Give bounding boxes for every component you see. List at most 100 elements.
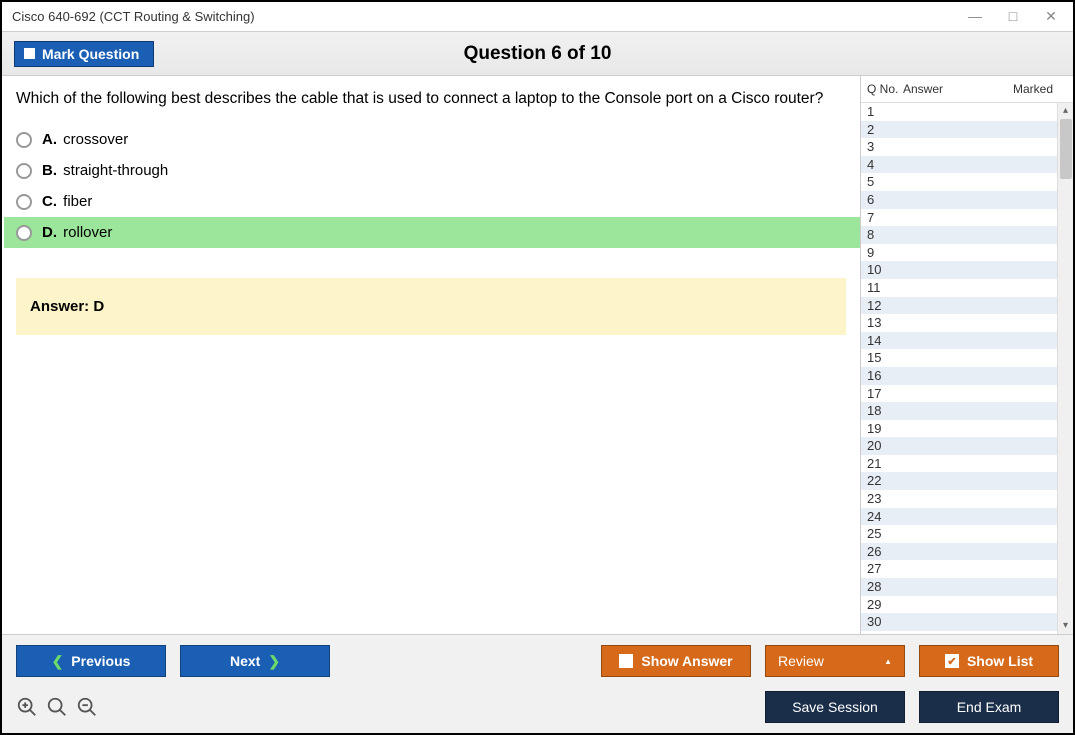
list-item[interactable]: 30: [861, 613, 1057, 631]
show-list-button[interactable]: ✔ Show List: [919, 645, 1059, 677]
header-qno: Q No.: [867, 82, 903, 96]
window: Cisco 640-692 (CCT Routing & Switching) …: [0, 0, 1075, 735]
next-button[interactable]: Next ❯: [180, 645, 330, 677]
answer-cell: [903, 226, 980, 244]
answer-cell: [903, 596, 980, 614]
list-item[interactable]: 7: [861, 209, 1057, 227]
list-item[interactable]: 18: [861, 402, 1057, 420]
scroll-up-icon[interactable]: ▴: [1058, 103, 1073, 119]
list-item[interactable]: 9: [861, 244, 1057, 262]
save-session-button[interactable]: Save Session: [765, 691, 905, 723]
header-answer: Answer: [903, 82, 981, 96]
scroll-thumb[interactable]: [1060, 119, 1072, 179]
list-item[interactable]: 1: [861, 103, 1057, 121]
scrollbar[interactable]: ▴ ▾: [1057, 103, 1073, 634]
show-answer-button[interactable]: Show Answer: [601, 645, 751, 677]
qno-cell: 11: [867, 279, 903, 297]
list-item[interactable]: 8: [861, 226, 1057, 244]
radio-icon[interactable]: [16, 225, 32, 241]
list-item[interactable]: 15: [861, 349, 1057, 367]
zoom-in-icon[interactable]: [16, 696, 38, 718]
list-item[interactable]: 5: [861, 173, 1057, 191]
list-item[interactable]: 2: [861, 121, 1057, 139]
previous-button[interactable]: ❮ Previous: [16, 645, 166, 677]
marked-cell: [980, 191, 1057, 209]
list-item[interactable]: 13: [861, 314, 1057, 332]
question-list-header: Q No. Answer Marked: [861, 76, 1073, 103]
list-item[interactable]: 19: [861, 420, 1057, 438]
chevron-right-icon: ❯: [268, 653, 280, 670]
answer-cell: [903, 402, 980, 420]
qno-cell: 20: [867, 437, 903, 455]
list-item[interactable]: 29: [861, 596, 1057, 614]
list-item[interactable]: 17: [861, 385, 1057, 403]
mark-question-label: Mark Question: [42, 46, 139, 62]
list-item[interactable]: 3: [861, 138, 1057, 156]
answer-cell: [903, 613, 980, 631]
list-item[interactable]: 28: [861, 578, 1057, 596]
list-item[interactable]: 21: [861, 455, 1057, 473]
review-button[interactable]: Review ▲: [765, 645, 905, 677]
list-item[interactable]: 11: [861, 279, 1057, 297]
end-exam-button[interactable]: End Exam: [919, 691, 1059, 723]
answer-cell: [903, 121, 980, 139]
marked-cell: [980, 613, 1057, 631]
qno-cell: 2: [867, 121, 903, 139]
list-item[interactable]: 20: [861, 437, 1057, 455]
list-item[interactable]: 23: [861, 490, 1057, 508]
question-list-panel: Q No. Answer Marked 12345678910111213141…: [860, 76, 1073, 634]
answer-cell: [903, 279, 980, 297]
list-item[interactable]: 27: [861, 560, 1057, 578]
window-title: Cisco 640-692 (CCT Routing & Switching): [12, 9, 255, 24]
minimize-icon[interactable]: —: [965, 8, 985, 25]
radio-icon[interactable]: [16, 163, 32, 179]
option-row[interactable]: C. fiber: [4, 186, 860, 217]
radio-icon[interactable]: [16, 194, 32, 210]
radio-icon[interactable]: [16, 132, 32, 148]
marked-cell: [980, 596, 1057, 614]
marked-cell: [980, 332, 1057, 350]
list-item[interactable]: 4: [861, 156, 1057, 174]
list-item[interactable]: 10: [861, 261, 1057, 279]
answer-cell: [903, 138, 980, 156]
scroll-down-icon[interactable]: ▾: [1058, 618, 1073, 634]
show-answer-label: Show Answer: [641, 653, 732, 669]
marked-cell: [980, 385, 1057, 403]
answer-cell: [903, 261, 980, 279]
qno-cell: 6: [867, 191, 903, 209]
marked-cell: [980, 490, 1057, 508]
qno-cell: 18: [867, 402, 903, 420]
answer-cell: [903, 314, 980, 332]
answer-cell: [903, 472, 980, 490]
marked-cell: [980, 455, 1057, 473]
close-icon[interactable]: ✕: [1041, 8, 1061, 25]
qno-cell: 14: [867, 332, 903, 350]
qno-cell: 7: [867, 209, 903, 227]
zoom-icon[interactable]: [46, 696, 68, 718]
marked-cell: [980, 349, 1057, 367]
qno-cell: 21: [867, 455, 903, 473]
list-item[interactable]: 12: [861, 297, 1057, 315]
header-row: Mark Question Question 6 of 10: [2, 32, 1073, 76]
marked-cell: [980, 156, 1057, 174]
answer-cell: [903, 173, 980, 191]
option-label: D. rollover: [42, 222, 112, 243]
list-item[interactable]: 16: [861, 367, 1057, 385]
option-row[interactable]: B. straight-through: [4, 155, 860, 186]
mark-question-button[interactable]: Mark Question: [14, 41, 154, 67]
list-item[interactable]: 14: [861, 332, 1057, 350]
maximize-icon[interactable]: □: [1003, 8, 1023, 25]
triangle-up-icon: ▲: [884, 657, 892, 666]
list-item[interactable]: 25: [861, 525, 1057, 543]
qno-cell: 5: [867, 173, 903, 191]
list-item[interactable]: 6: [861, 191, 1057, 209]
question-list[interactable]: 1234567891011121314151617181920212223242…: [861, 103, 1057, 634]
zoom-out-icon[interactable]: [76, 696, 98, 718]
marked-cell: [980, 121, 1057, 139]
option-row[interactable]: D. rollover: [4, 217, 860, 248]
list-item[interactable]: 22: [861, 472, 1057, 490]
list-item[interactable]: 24: [861, 508, 1057, 526]
option-row[interactable]: A. crossover: [4, 124, 860, 155]
end-exam-label: End Exam: [957, 699, 1022, 715]
list-item[interactable]: 26: [861, 543, 1057, 561]
